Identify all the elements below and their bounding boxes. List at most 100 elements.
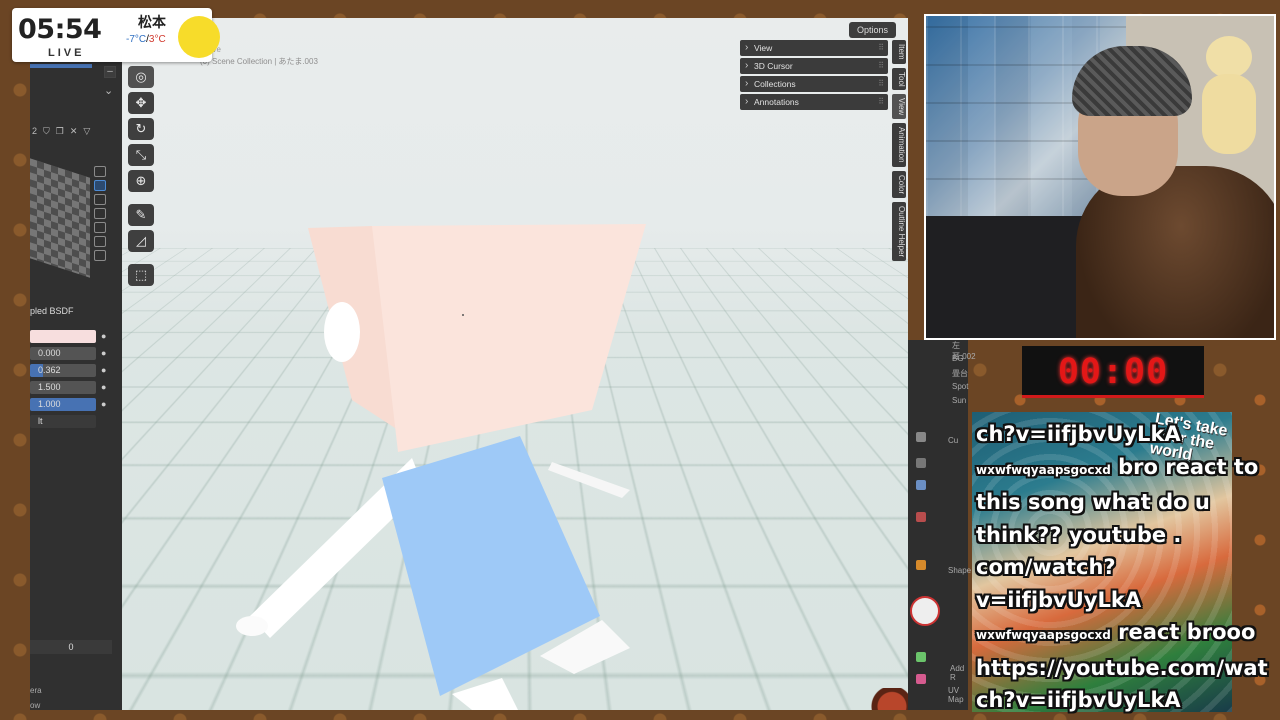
blender-window: – ⌄ 2 ⛉ ❐ ✕ ▽ pled BSDF ● 0.000 ● 0.362 … <box>30 18 908 710</box>
tab-color[interactable]: Color <box>892 171 906 198</box>
pixel-sprite <box>860 688 908 710</box>
city-label: 松本 <box>138 12 166 32</box>
properties-label: Add R <box>950 664 968 682</box>
shelf <box>926 216 1086 340</box>
socket-dot[interactable]: ● <box>101 331 106 341</box>
base-color-field[interactable] <box>30 330 96 343</box>
annotate-icon[interactable]: ✎ <box>128 204 154 226</box>
properties-label: UV Map <box>948 686 968 704</box>
chat-username: wxwfwqyaapsgocxd <box>976 463 1111 477</box>
socket-dot[interactable]: ● <box>101 365 106 375</box>
preview-monkey-icon[interactable] <box>94 222 106 233</box>
socket-dot[interactable]: ● <box>101 399 106 409</box>
tool-properties-icon[interactable] <box>916 432 926 442</box>
tab-view[interactable]: View <box>892 94 906 119</box>
scene-properties-icon[interactable] <box>916 512 926 522</box>
output-properties-icon[interactable] <box>916 480 926 490</box>
alpha-field[interactable]: 1.000 <box>30 398 96 411</box>
preview-shape-buttons <box>94 166 108 261</box>
chat-message: wxwfwqyaapsgocxd react brooo <box>976 616 1276 652</box>
sun-icon <box>178 16 220 58</box>
chat-text: this song what do u <box>976 490 1210 514</box>
outliner-item[interactable]: Sun <box>952 396 966 405</box>
panel-3d-cursor[interactable]: 3D Cursor <box>740 58 888 74</box>
rotate-icon[interactable]: ↻ <box>128 118 154 140</box>
bottom-label: era <box>30 686 42 695</box>
webcam-feed <box>924 14 1276 340</box>
teddy-bear <box>1192 36 1266 176</box>
left-properties-panel: – ⌄ 2 ⛉ ❐ ✕ ▽ pled BSDF ● 0.000 ● 0.362 … <box>30 18 122 710</box>
render-properties-icon[interactable] <box>916 458 926 468</box>
shield-icon[interactable]: ⛉ <box>43 126 50 137</box>
3d-viewport[interactable]: ective (0) Scene Collection | あたま.003 Op… <box>122 18 908 710</box>
outliner-item[interactable]: 畳台 <box>952 368 968 379</box>
socket-dot[interactable]: ● <box>101 382 106 392</box>
temperature: -7°C/3°C <box>126 34 166 45</box>
tool-shelf: ◎ ✥ ↻ ⤡ ⊕ ✎ ◿ ⬚ <box>128 66 156 286</box>
chat-text: bro react to <box>1111 455 1258 479</box>
viewport-info: ective (0) Scene Collection | あたま.003 <box>200 44 318 68</box>
measure-icon[interactable]: ◿ <box>128 230 154 252</box>
chat-text: ch?v=iifjbvUyLkA <box>976 422 1181 446</box>
minimize-icon[interactable]: – <box>104 66 116 78</box>
data-properties-icon[interactable] <box>916 652 926 662</box>
chevron-down-icon[interactable]: ⌄ <box>104 84 113 97</box>
material-slot-row: 2 ⛉ ❐ ✕ ▽ <box>32 124 120 138</box>
chat-text: react brooo <box>1111 620 1256 644</box>
shader-label: pled BSDF <box>30 306 74 316</box>
object-info-label: (0) Scene Collection | あたま.003 <box>200 56 318 68</box>
chat-message: v=iifjbvUyLkA <box>976 584 1276 617</box>
filter-icon[interactable]: ▽ <box>83 126 90 137</box>
transform-icon[interactable]: ⊕ <box>128 170 154 192</box>
preview-sphere-icon[interactable] <box>94 180 106 191</box>
panel-collections[interactable]: Collections <box>740 76 888 92</box>
select-cursor-icon[interactable]: ◎ <box>128 66 154 88</box>
add-cube-icon[interactable]: ⬚ <box>128 264 154 286</box>
properties-label: Shape <box>948 566 971 575</box>
tab-tool[interactable]: Tool <box>892 68 906 91</box>
normal-field[interactable]: lt <box>30 415 96 428</box>
chat-text: https://youtube.com/wat <box>976 656 1268 680</box>
preview-fluid-icon[interactable] <box>94 250 106 261</box>
3d-cursor <box>462 314 464 316</box>
preview-cloth-icon[interactable] <box>94 236 106 247</box>
preview-cube-icon[interactable] <box>94 194 106 205</box>
chat-text: ch?v=iifjbvUyLkA <box>976 688 1181 712</box>
copy-icon[interactable]: ❐ <box>56 126 64 137</box>
panel-annotations[interactable]: Annotations <box>740 94 888 110</box>
socket-dot[interactable]: ● <box>101 348 106 358</box>
live-label: LIVE <box>48 47 84 59</box>
chat-message: com/watch? <box>976 551 1276 584</box>
left-hand <box>236 616 268 636</box>
chat-text: think?? youtube . <box>976 523 1181 547</box>
outliner-item[interactable]: Spot <box>952 382 968 391</box>
active-tab-indicator <box>30 64 92 68</box>
roughness-field[interactable]: 0.362 <box>30 364 96 377</box>
character-model[interactable] <box>122 18 908 710</box>
chat-message: ch?v=iifjbvUyLkA <box>976 418 1276 451</box>
temp-low: -7°C <box>126 34 146 45</box>
chat-message: ch?v=iifjbvUyLkA <box>976 684 1276 717</box>
close-icon[interactable]: ✕ <box>70 126 78 137</box>
metallic-field[interactable]: 0.000 <box>30 347 96 360</box>
bottom-value-field[interactable]: 0 <box>30 640 112 654</box>
ior-field[interactable]: 1.500 <box>30 381 96 394</box>
options-button[interactable]: Options <box>849 22 896 38</box>
material-preview <box>30 158 90 277</box>
timer-value: 00:00 <box>1022 352 1204 392</box>
chat-text: v=iifjbvUyLkA <box>976 588 1141 612</box>
outliner-item[interactable]: BG <box>952 354 964 363</box>
panel-view[interactable]: View <box>740 40 888 56</box>
object-properties-icon[interactable] <box>916 560 926 570</box>
tab-item[interactable]: Item <box>892 40 906 64</box>
tab-animation[interactable]: Animation <box>892 123 906 167</box>
preview-hair-icon[interactable] <box>94 208 106 219</box>
scale-icon[interactable]: ⤡ <box>128 144 154 166</box>
tab-outline-helper[interactable]: Outline Helper <box>892 202 906 261</box>
chat-message: this song what do u <box>976 486 1276 519</box>
preview-plane-icon[interactable] <box>94 166 106 177</box>
properties-label: Cu <box>948 436 958 445</box>
material-properties-icon[interactable] <box>916 674 926 684</box>
move-icon[interactable]: ✥ <box>128 92 154 114</box>
sidebar-tabs: Item Tool View Animation Color Outline H… <box>892 40 906 265</box>
